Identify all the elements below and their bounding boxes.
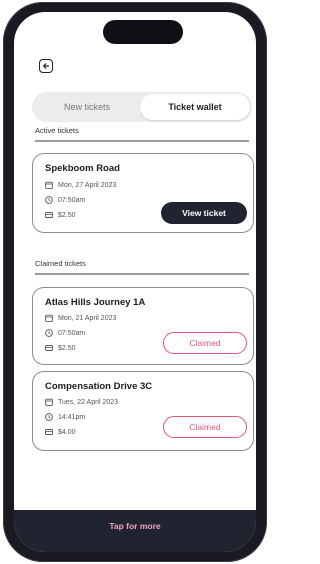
clock-icon <box>45 196 53 204</box>
dynamic-island <box>103 20 183 44</box>
section-divider <box>35 273 249 275</box>
active-ticket-card: Spekboom Road Mon, 27 April 2023 07:50am… <box>32 153 254 233</box>
ticket-price-row: $2.50 <box>45 344 76 352</box>
ticket-time: 07:50am <box>58 329 86 337</box>
calendar-icon <box>45 398 53 406</box>
ticket-price: $2.50 <box>58 211 76 219</box>
ticket-time-row: 07:50am <box>45 329 85 337</box>
back-arrow-icon <box>43 63 50 69</box>
calendar-icon <box>45 181 53 189</box>
calendar-icon <box>45 314 53 322</box>
ticket-tabs: New tickets Ticket wallet <box>32 92 252 122</box>
ticket-title: Atlas Hills Journey 1A <box>45 297 146 308</box>
phone-frame: New tickets Ticket wallet Active tickets… <box>3 2 267 562</box>
ticket-date: Mon, 27 April 2023 <box>58 181 117 189</box>
tap-for-more-button[interactable]: Tap for more <box>14 510 256 552</box>
active-tickets-heading: Active tickets <box>35 126 79 135</box>
ticket-date: Mon, 21 April 2023 <box>58 314 117 322</box>
ticket-price: $2.50 <box>58 344 76 352</box>
claimed-ticket-card: Atlas Hills Journey 1A Mon, 21 April 202… <box>32 287 254 365</box>
ticket-time: 07:50am <box>58 196 86 204</box>
ticket-date: Tues, 22 April 2023 <box>58 398 119 406</box>
back-button[interactable] <box>39 59 53 73</box>
claimed-status-badge: Claimed <box>163 332 247 354</box>
ticket-price-row: $2.50 <box>45 211 76 219</box>
claimed-ticket-card: Compensation Drive 3C Tues, 22 April 202… <box>32 371 254 451</box>
ticket-title: Spekboom Road <box>45 163 120 174</box>
ticket-date-row: Tues, 22 April 2023 <box>45 398 118 406</box>
tab-ticket-wallet[interactable]: Ticket wallet <box>140 94 250 120</box>
wallet-icon <box>45 212 53 218</box>
app-screen: New tickets Ticket wallet Active tickets… <box>14 12 256 552</box>
ticket-title: Compensation Drive 3C <box>45 381 153 392</box>
ticket-time-row: 07:50am <box>45 196 85 204</box>
view-ticket-button[interactable]: View ticket <box>161 202 247 224</box>
claimed-tickets-heading: Claimed tickets <box>35 259 86 268</box>
ticket-time-row: 14:41pm <box>45 413 85 421</box>
ticket-time: 14:41pm <box>58 413 86 421</box>
clock-icon <box>45 413 53 421</box>
clock-icon <box>45 329 53 337</box>
ticket-date-row: Mon, 21 April 2023 <box>45 314 116 322</box>
wallet-icon <box>45 429 53 435</box>
section-divider <box>35 140 249 142</box>
wallet-icon <box>45 345 53 351</box>
tab-new-tickets[interactable]: New tickets <box>32 92 142 122</box>
ticket-price-row: $4.00 <box>45 428 76 436</box>
ticket-price: $4.00 <box>58 428 76 436</box>
claimed-status-badge: Claimed <box>163 416 247 438</box>
ticket-date-row: Mon, 27 April 2023 <box>45 181 116 189</box>
